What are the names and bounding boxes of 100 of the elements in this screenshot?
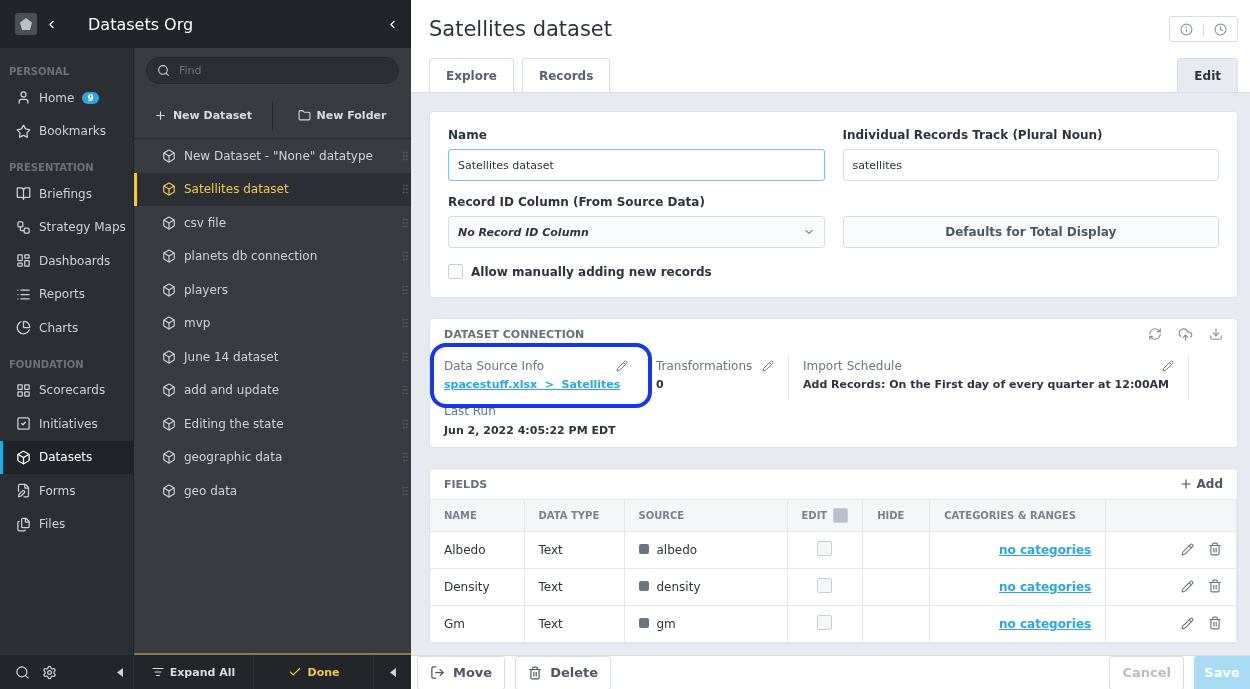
nav-item[interactable]: Bookmarks bbox=[0, 114, 133, 148]
pencil-icon[interactable] bbox=[762, 360, 774, 372]
grip-icon bbox=[399, 183, 411, 196]
nav-item[interactable]: Forms bbox=[0, 474, 133, 508]
add-button[interactable]: Add bbox=[1178, 477, 1223, 491]
caret-icon bbox=[389, 667, 396, 677]
new-dataset-button[interactable]: New Dataset bbox=[134, 108, 272, 123]
person-icon bbox=[16, 90, 31, 106]
new-folder-button[interactable]: New Folder bbox=[273, 108, 411, 123]
grip-icon bbox=[399, 216, 411, 229]
tab[interactable]: Records bbox=[521, 58, 611, 92]
nav-item[interactable]: Home 9 bbox=[0, 81, 133, 115]
track-field[interactable]: satellites bbox=[842, 149, 1219, 181]
dataset-item[interactable]: add and update bbox=[134, 373, 411, 407]
table-cell: density bbox=[656, 580, 701, 594]
column-header: SOURCE bbox=[638, 510, 685, 521]
cube-icon bbox=[162, 148, 176, 163]
field-label: Data Source Info bbox=[444, 359, 545, 373]
checkbox[interactable] bbox=[448, 264, 463, 279]
checkbox[interactable] bbox=[833, 508, 849, 523]
count-badge: 9 bbox=[82, 91, 99, 104]
checkbox[interactable] bbox=[817, 578, 833, 593]
pencil-icon[interactable] bbox=[1181, 579, 1194, 593]
trash-icon[interactable] bbox=[1208, 578, 1222, 593]
dataset-item[interactable]: planets db connection bbox=[134, 239, 411, 273]
cube-icon bbox=[162, 182, 176, 197]
grip-icon bbox=[399, 484, 411, 497]
grip-icon bbox=[399, 384, 411, 397]
checkbox[interactable] bbox=[817, 615, 833, 630]
dashboard-icon bbox=[16, 253, 31, 269]
table-cell: Text bbox=[538, 543, 563, 557]
grip-icon bbox=[399, 283, 411, 296]
field-label: Transformations bbox=[656, 359, 753, 373]
table-cell: Text bbox=[538, 617, 563, 631]
nav-item[interactable]: Charts bbox=[0, 311, 133, 345]
grip-icon bbox=[399, 317, 411, 330]
cloud-icon[interactable] bbox=[1178, 326, 1193, 342]
search-icon[interactable] bbox=[15, 664, 30, 680]
move-button[interactable]: Move bbox=[417, 655, 506, 689]
expand-all-button[interactable]: Expand All bbox=[133, 655, 253, 689]
record-id-select[interactable]: No Record ID Column bbox=[448, 216, 825, 248]
tab[interactable]: Edit bbox=[1177, 58, 1238, 92]
download-icon[interactable] bbox=[1209, 327, 1223, 341]
pencil-icon[interactable] bbox=[616, 360, 628, 372]
flow-icon bbox=[16, 219, 31, 235]
column-icon bbox=[638, 543, 649, 554]
defaults-button[interactable]: Defaults for Total Display bbox=[842, 216, 1219, 248]
name-field[interactable]: Satellites dataset bbox=[448, 149, 825, 181]
delete-button[interactable]: Delete bbox=[515, 655, 612, 689]
trash-icon[interactable] bbox=[1208, 615, 1222, 630]
cube-icon bbox=[162, 349, 176, 364]
search-field[interactable]: Find bbox=[146, 57, 399, 84]
trash-icon[interactable] bbox=[1208, 541, 1222, 556]
field-value: 0 bbox=[656, 378, 665, 391]
table-cell: Text bbox=[538, 580, 563, 594]
refresh-icon[interactable] bbox=[1148, 327, 1162, 341]
book-icon bbox=[16, 186, 31, 202]
column-header: HIDE bbox=[877, 510, 905, 521]
pencil-icon[interactable] bbox=[1162, 360, 1174, 372]
grip-icon bbox=[399, 250, 411, 263]
grid-icon bbox=[16, 382, 31, 398]
checkbox-icon bbox=[16, 416, 31, 432]
nav-item[interactable]: Files bbox=[0, 507, 133, 541]
done-button[interactable]: Done bbox=[253, 655, 373, 689]
dataset-item[interactable]: csv file bbox=[134, 206, 411, 240]
cube-icon bbox=[162, 416, 176, 431]
dataset-item[interactable]: geographic data bbox=[134, 440, 411, 474]
grip-icon bbox=[399, 350, 411, 363]
dataset-item[interactable]: geo data bbox=[134, 474, 411, 508]
list-icon bbox=[16, 286, 31, 302]
pencil-icon[interactable] bbox=[1181, 542, 1194, 556]
dataset-item[interactable]: Satellites dataset bbox=[134, 172, 411, 206]
cube-icon bbox=[162, 450, 176, 465]
nav-item[interactable]: Dashboards bbox=[0, 244, 133, 278]
dataset-item[interactable]: New Dataset - "None" datatype bbox=[134, 139, 411, 173]
nav-item[interactable]: Scorecards bbox=[0, 373, 133, 407]
nav-item[interactable]: Briefings bbox=[0, 177, 133, 211]
nav-item[interactable]: Reports bbox=[0, 277, 133, 311]
dataset-item[interactable]: June 14 dataset bbox=[134, 340, 411, 374]
check-icon bbox=[287, 665, 302, 679]
settings-icon[interactable] bbox=[42, 664, 57, 680]
star-icon bbox=[16, 123, 31, 139]
tab[interactable]: Explore bbox=[429, 58, 514, 92]
pencil-icon[interactable] bbox=[1181, 616, 1194, 630]
card-title: FIELDS bbox=[444, 477, 489, 491]
collapse-icon[interactable] bbox=[117, 667, 123, 677]
nav-item[interactable]: Initiatives bbox=[0, 407, 133, 441]
nav-item[interactable]: Strategy Maps bbox=[0, 210, 133, 244]
form-icon bbox=[16, 483, 31, 499]
field-label: Name bbox=[448, 128, 488, 142]
folder-icon bbox=[297, 109, 311, 122]
column-header: NAME bbox=[444, 510, 477, 521]
section-heading: PRESENTATION bbox=[8, 161, 95, 175]
dataset-item[interactable]: players bbox=[134, 273, 411, 307]
dataset-item[interactable]: mvp bbox=[134, 306, 411, 340]
cube-icon bbox=[16, 449, 31, 465]
nav-item[interactable]: Datasets bbox=[0, 440, 133, 474]
logo-icon[interactable] bbox=[15, 13, 37, 35]
dataset-item[interactable]: Editing the state bbox=[134, 407, 411, 441]
checkbox[interactable] bbox=[817, 541, 833, 556]
